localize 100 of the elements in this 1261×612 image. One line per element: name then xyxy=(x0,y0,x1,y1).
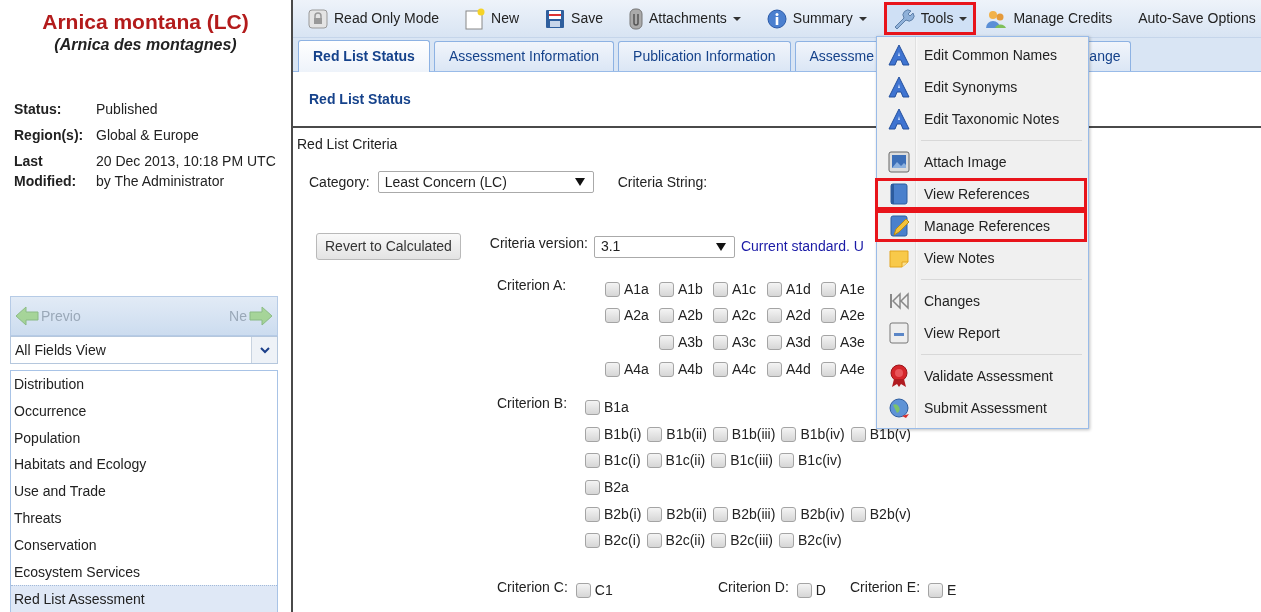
checkbox[interactable] xyxy=(659,281,674,297)
checkbox[interactable] xyxy=(605,308,620,324)
menu-item[interactable]: Changes xyxy=(877,285,1088,317)
checkbox-label: A3e xyxy=(840,333,865,352)
checkbox[interactable] xyxy=(767,281,782,297)
section-item[interactable]: Threats xyxy=(11,505,277,532)
checkbox[interactable] xyxy=(781,506,797,522)
checkbox[interactable] xyxy=(767,361,782,377)
checkbox[interactable] xyxy=(585,533,600,549)
checkbox[interactable] xyxy=(712,506,728,522)
toolbar-button[interactable]: Auto-Save Options xyxy=(1129,2,1261,35)
chevron-down-icon xyxy=(259,346,270,354)
checkbox[interactable] xyxy=(711,453,727,469)
checkbox[interactable] xyxy=(647,426,663,442)
section-item[interactable]: Distribution xyxy=(11,371,277,398)
checkbox[interactable] xyxy=(713,308,728,324)
checkbox[interactable] xyxy=(659,335,674,350)
checkbox[interactable] xyxy=(928,582,944,598)
checkbox[interactable] xyxy=(646,453,662,469)
section-item[interactable]: Red List Assessment xyxy=(11,585,277,612)
tab[interactable]: Red List Status xyxy=(298,40,430,72)
checkbox-label: B1b(iv) xyxy=(800,424,845,444)
menu-item[interactable]: Manage References xyxy=(875,210,1087,242)
section-item[interactable]: Population xyxy=(11,424,277,452)
checkbox-label: B1b(i) xyxy=(604,424,642,444)
checkbox[interactable] xyxy=(821,335,836,350)
checkbox[interactable] xyxy=(821,361,836,377)
criterion-label: Criterion D: xyxy=(718,577,789,597)
checkbox[interactable] xyxy=(850,506,866,522)
checkbox[interactable] xyxy=(647,506,663,522)
menu-item[interactable]: Edit Taxonomic Notes xyxy=(877,103,1088,135)
checkbox[interactable] xyxy=(605,361,620,377)
checkbox[interactable] xyxy=(713,335,728,350)
menu-item[interactable]: Submit Assessment xyxy=(877,392,1088,424)
view-select[interactable]: All Fields View xyxy=(10,336,278,364)
checkbox[interactable] xyxy=(779,453,794,469)
checkbox[interactable] xyxy=(646,533,662,549)
menu-item[interactable]: View References xyxy=(875,178,1087,210)
checkbox-label: A4b xyxy=(678,359,703,379)
checkbox[interactable] xyxy=(767,335,782,350)
caret-icon xyxy=(732,16,741,21)
checkbox-label: B2b(v) xyxy=(869,504,911,524)
people-icon xyxy=(985,8,1008,29)
book-icon xyxy=(888,183,910,205)
checkbox[interactable] xyxy=(585,453,600,469)
section-item[interactable]: Occurrence xyxy=(11,397,277,425)
checkbox[interactable] xyxy=(575,582,591,598)
checkbox[interactable] xyxy=(781,426,797,442)
checkbox[interactable] xyxy=(796,582,812,598)
menu-item[interactable]: Edit Synonyms xyxy=(877,71,1088,103)
menu-item[interactable]: View Notes xyxy=(877,242,1088,274)
version-select[interactable]: 3.1 xyxy=(593,235,735,258)
checkbox[interactable] xyxy=(659,308,674,324)
checkbox-label: B2c(iv) xyxy=(798,531,842,551)
checkbox-label: B2a xyxy=(604,477,629,497)
checkbox-label: B1a xyxy=(604,398,629,418)
section-item[interactable]: Conservation xyxy=(11,531,277,559)
checkbox[interactable] xyxy=(779,533,794,549)
field-label: Criteria version: xyxy=(489,234,588,253)
toolbar-button[interactable]: Summary xyxy=(757,2,876,35)
checkbox[interactable] xyxy=(713,361,728,377)
section-item[interactable]: Ecosystem Services xyxy=(11,558,277,586)
tab[interactable]: Assessment Information xyxy=(433,41,615,71)
section-item[interactable]: Habitats and Ecology xyxy=(11,451,277,479)
toolbar-button[interactable]: Save xyxy=(536,2,612,35)
checkbox[interactable] xyxy=(821,308,836,324)
toolbar-button[interactable]: New xyxy=(456,1,529,36)
checkbox-label: A2c xyxy=(732,306,757,326)
checkbox[interactable] xyxy=(767,308,782,324)
toolbar-button[interactable]: Tools xyxy=(883,2,977,35)
checkbox-label: B2b(i) xyxy=(604,504,642,524)
toolbar-button[interactable]: Read Only Mode xyxy=(299,2,449,35)
menu-item[interactable]: Attach Image xyxy=(877,146,1088,178)
lock-icon xyxy=(308,8,328,29)
tab[interactable]: Publication Information xyxy=(618,41,791,71)
menu-item[interactable]: View Report xyxy=(877,317,1088,349)
checkbox[interactable] xyxy=(821,281,836,297)
revert-button[interactable]: Revert to Calculated xyxy=(316,233,461,260)
checkbox[interactable] xyxy=(711,533,727,549)
field-label: Criteria String: xyxy=(617,172,708,192)
checkbox[interactable] xyxy=(850,426,866,442)
checkbox[interactable] xyxy=(585,479,600,495)
info-icon xyxy=(766,8,787,29)
checkbox[interactable] xyxy=(585,506,600,522)
detail-value: 20 Dec 2013, 10:18 PM UTC by The Administrator xyxy=(96,152,277,191)
panel-title: Red List Status xyxy=(309,89,411,109)
checkbox[interactable] xyxy=(659,361,674,377)
checkbox[interactable] xyxy=(712,426,728,442)
menu-item[interactable]: Edit Common Names xyxy=(877,39,1088,71)
checkbox[interactable] xyxy=(585,426,600,442)
checkbox-label: A4d xyxy=(786,359,811,379)
menu-item[interactable]: Validate Assessment xyxy=(877,360,1088,392)
checkbox[interactable] xyxy=(605,281,620,297)
checkbox-label: B2b(iv) xyxy=(800,504,845,524)
toolbar-button[interactable]: Manage Credits xyxy=(976,2,1122,35)
checkbox[interactable] xyxy=(713,281,728,297)
section-item[interactable]: Use and Trade xyxy=(11,478,277,505)
checkbox[interactable] xyxy=(585,400,600,416)
toolbar-button[interactable]: Attachments xyxy=(620,1,750,36)
category-select[interactable]: Least Concern (LC) xyxy=(377,171,594,193)
